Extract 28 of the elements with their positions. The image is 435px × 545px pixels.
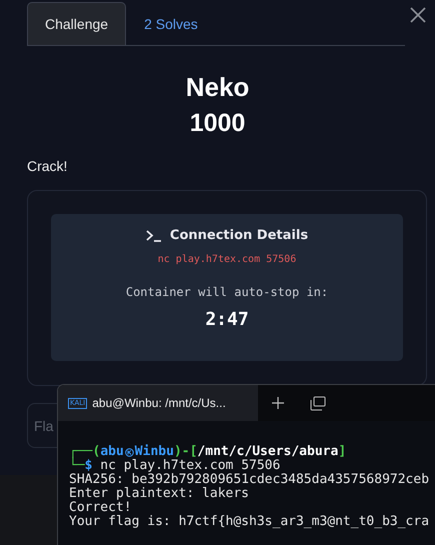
prompt-text: $	[84, 459, 92, 473]
prompt-text: ┌──(	[69, 445, 100, 459]
windows-icon	[310, 396, 326, 410]
challenge-points: 1000	[188, 109, 246, 138]
connection-command: nc play.h7tex.com 57506	[158, 254, 296, 265]
tab[interactable]: Challenge	[27, 2, 126, 45]
countdown-timer: 2:47	[205, 309, 249, 330]
prompt-text: nc play.h7tex.com 57506	[99, 459, 280, 473]
challenge-description: Crack!	[27, 158, 68, 174]
terminal-output: Enter plaintext: lakers	[69, 487, 250, 501]
terminal-icon	[146, 230, 162, 242]
plus-icon	[272, 397, 284, 409]
close-icon[interactable]	[409, 6, 427, 24]
terminal-output: Your flag is: h7ctf{h@sh3s_ar3_m3@nt_t0_b3_cra	[69, 515, 430, 529]
flag-input[interactable]: Fla	[27, 403, 57, 448]
connection-heading: Connection Details	[170, 228, 308, 243]
timer-label: Container will auto-stop in:	[126, 285, 328, 299]
prompt-text: ]	[338, 445, 346, 459]
challenge-title: Neko	[184, 72, 250, 103]
terminal-output: Correct!	[69, 501, 132, 515]
prompt-text: /mnt/c/Users/abura	[197, 445, 338, 459]
terminal-tab-title: abu@Winbu: /mnt/c/Us...	[92, 396, 226, 410]
prompt-text: Winbu	[134, 445, 174, 459]
terminal-output: SHA256: be392b792809651cdec3485da4357568972ceb	[69, 473, 430, 487]
prompt-text: )-[	[174, 445, 198, 459]
prompt-text: └─	[69, 459, 85, 473]
prompt-text: abu	[100, 445, 124, 459]
tab[interactable]: 2 Solves	[126, 2, 216, 45]
